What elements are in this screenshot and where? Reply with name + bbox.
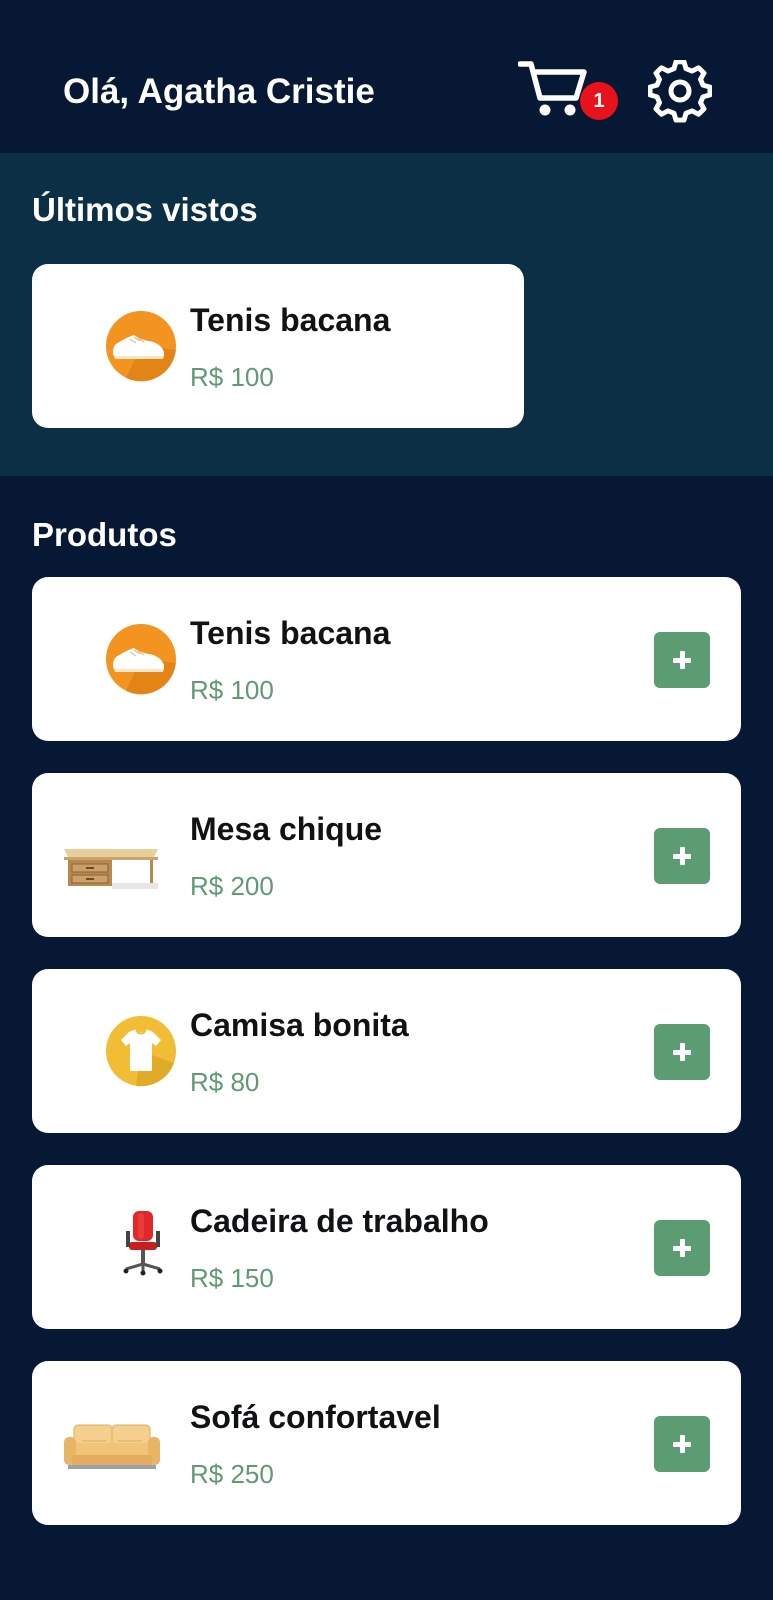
office-chair-icon xyxy=(96,1209,186,1281)
product-price: R$ 100 xyxy=(190,362,274,392)
gear-icon xyxy=(647,59,713,123)
cart-icon xyxy=(518,61,587,116)
plus-icon xyxy=(680,1435,685,1453)
tshirt-icon xyxy=(96,1015,186,1087)
sneaker-icon xyxy=(96,623,186,695)
greeting-text: Olá, Agatha Cristie xyxy=(63,72,375,111)
plus-icon xyxy=(680,1239,685,1257)
product-card[interactable]: Tenis bacana R$ 100 xyxy=(32,577,741,741)
add-to-cart-button[interactable] xyxy=(654,1220,710,1276)
product-card[interactable]: Mesa chique R$ 200 xyxy=(32,773,741,937)
plus-icon xyxy=(680,1043,685,1061)
add-to-cart-button[interactable] xyxy=(654,1024,710,1080)
sofa-icon xyxy=(62,1407,162,1479)
product-card[interactable]: Cadeira de trabalho R$ 150 xyxy=(32,1165,741,1329)
product-name: Tenis bacana xyxy=(190,302,391,338)
add-to-cart-button[interactable] xyxy=(654,632,710,688)
plus-icon xyxy=(680,847,685,865)
app-screen: Olá, Agatha Cristie 1 Últimos vistos Ten… xyxy=(0,0,773,1600)
product-name: Cadeira de trabalho xyxy=(190,1203,489,1239)
cart-button[interactable]: 1 xyxy=(518,56,618,126)
add-to-cart-button[interactable] xyxy=(654,828,710,884)
product-name: Sofá confortavel xyxy=(190,1399,441,1435)
sneaker-icon xyxy=(96,310,186,382)
recently-viewed-title: Últimos vistos xyxy=(32,191,258,228)
product-price: R$ 200 xyxy=(190,871,274,901)
recently-viewed-section: Últimos vistos Tenis bacana R$ 100 xyxy=(0,153,773,476)
product-card[interactable]: Sofá confortavel R$ 250 xyxy=(32,1361,741,1525)
product-name: Camisa bonita xyxy=(190,1007,409,1043)
product-price: R$ 100 xyxy=(190,675,274,705)
top-bar: Olá, Agatha Cristie 1 xyxy=(0,0,773,153)
desk-icon xyxy=(64,819,164,891)
product-name: Tenis bacana xyxy=(190,615,391,651)
product-price: R$ 80 xyxy=(190,1067,260,1097)
plus-icon xyxy=(680,651,685,669)
product-card[interactable]: Camisa bonita R$ 80 xyxy=(32,969,741,1133)
settings-button[interactable] xyxy=(647,59,713,124)
cart-count-badge: 1 xyxy=(580,82,618,120)
product-price: R$ 150 xyxy=(190,1263,274,1293)
products-title: Produtos xyxy=(32,516,177,553)
recent-product-card[interactable]: Tenis bacana R$ 100 xyxy=(32,264,524,428)
product-price: R$ 250 xyxy=(190,1459,274,1489)
product-name: Mesa chique xyxy=(190,811,383,847)
add-to-cart-button[interactable] xyxy=(654,1416,710,1472)
